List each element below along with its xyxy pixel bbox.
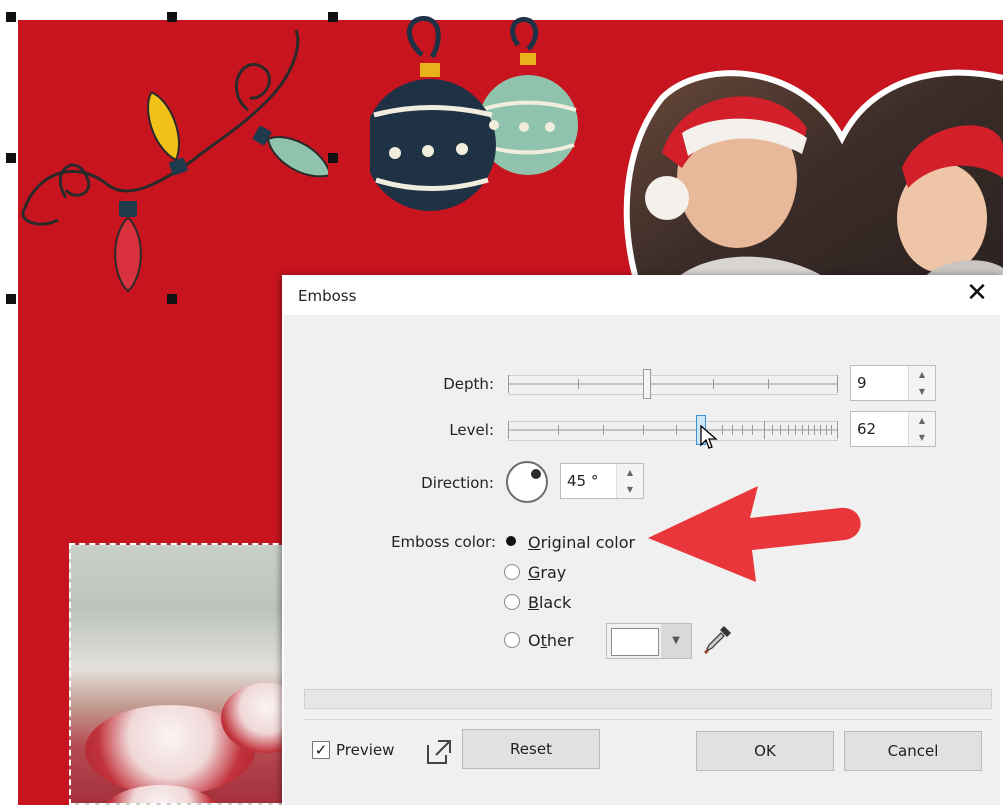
black-label: lack [538,593,572,612]
selection-handle-mr[interactable] [328,153,338,163]
level-value[interactable]: 62 [857,420,876,438]
close-button[interactable]: ✕ [963,279,991,307]
gray-accel: G [528,563,541,582]
depth-value[interactable]: 9 [857,374,867,392]
popout-icon[interactable] [424,737,454,767]
eyedropper-icon[interactable] [702,623,734,655]
level-slider[interactable] [508,413,838,449]
other-label-post: her [546,631,574,650]
depth-slider[interactable] [508,367,838,401]
direction-spinbox[interactable]: 45 ° ▲ ▼ [560,463,644,499]
level-up-arrow-icon[interactable]: ▲ [909,412,935,429]
string-lights-clipart[interactable] [18,20,328,300]
preview-label: Preview [336,741,395,759]
selection-handle-tl[interactable] [6,12,16,22]
direction-value[interactable]: 45 ° [567,472,598,490]
black-accel: B [528,593,539,612]
selection-handle-bl[interactable] [6,294,16,304]
depth-slider-thumb[interactable] [643,369,651,399]
selection-handle-ml[interactable] [6,153,16,163]
heart-photo[interactable] [622,58,1003,298]
original-color-label: riginal color [540,533,636,552]
original-accel: O [528,533,541,552]
radio-black[interactable]: Black [504,592,604,616]
depth-up-arrow-icon[interactable]: ▲ [909,366,935,383]
radio-button[interactable] [504,564,520,580]
depth-spinbox[interactable]: 9 ▲ ▼ [850,365,936,401]
radio-gray[interactable]: Gray [504,562,604,586]
radio-button[interactable] [504,632,520,648]
direction-dial-icon[interactable] [506,461,548,503]
emboss-color-label: Emboss color: [391,533,496,551]
cancel-button[interactable]: Cancel [844,731,982,771]
radio-other[interactable]: Other [504,630,604,654]
level-label: Level: [449,421,494,439]
selection-handle-tr[interactable] [328,12,338,22]
other-color-dropdown[interactable]: ▼ [606,623,692,659]
dropdown-arrow-icon[interactable]: ▼ [661,624,691,658]
dialog-title: Emboss [298,287,357,305]
preview-checkbox[interactable]: ✓ [312,741,330,759]
mouse-cursor-icon [700,425,718,449]
depth-label: Depth: [443,375,494,393]
ornaments-clipart[interactable] [370,15,590,220]
color-swatch [611,628,659,656]
gray-label: ray [540,563,567,582]
level-spinbox[interactable]: 62 ▲ ▼ [850,411,936,447]
reset-button[interactable]: Reset [462,729,600,769]
cupcake-photo[interactable] [69,543,299,805]
progress-bar [304,689,992,709]
other-label-pre: O [528,631,541,650]
depth-down-arrow-icon[interactable]: ▼ [909,383,935,400]
ok-button[interactable]: OK [696,731,834,771]
level-down-arrow-icon[interactable]: ▼ [909,429,935,446]
separator [304,719,992,720]
direction-label: Direction: [421,474,494,492]
annotation-arrow-icon [648,486,861,582]
radio-button[interactable] [504,594,520,610]
radio-button[interactable] [504,534,520,550]
